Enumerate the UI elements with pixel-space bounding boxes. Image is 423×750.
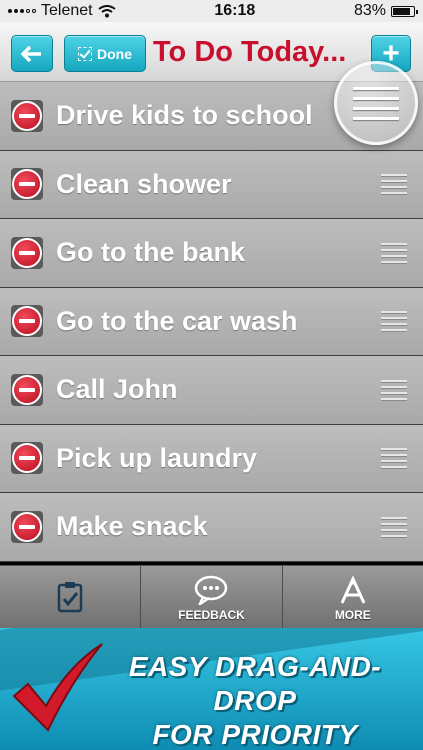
task-label: Pick up laundry xyxy=(56,442,258,473)
delete-button[interactable] xyxy=(11,99,43,132)
tab-label: FEEDBACK xyxy=(178,608,245,622)
minus-circle-icon xyxy=(12,237,42,268)
task-row[interactable]: Make snack xyxy=(0,493,423,562)
clipboard-check-icon xyxy=(57,582,83,613)
app-store-icon xyxy=(340,575,366,604)
back-button[interactable] xyxy=(11,35,53,72)
task-row[interactable]: Go to the bank xyxy=(0,219,423,288)
tab-bar: FEEDBACK MORE xyxy=(0,565,423,631)
minus-circle-icon xyxy=(12,511,42,542)
promo-text: EASY DRAG-AND-DROP FOR PRIORITY xyxy=(100,650,410,750)
checkbox-icon xyxy=(78,46,92,61)
delete-button[interactable] xyxy=(11,442,43,475)
magnified-drag-handle[interactable] xyxy=(334,61,418,145)
battery-icon xyxy=(390,5,418,17)
minus-circle-icon xyxy=(12,169,42,200)
tab-more[interactable]: MORE xyxy=(283,566,423,631)
minus-circle-icon xyxy=(12,443,42,474)
tab-tasks[interactable] xyxy=(0,566,142,631)
page-title: To Do Today... xyxy=(153,36,347,68)
tab-feedback[interactable]: FEEDBACK xyxy=(141,566,283,631)
arrow-left-icon xyxy=(21,45,41,62)
delete-button[interactable] xyxy=(11,305,43,338)
promo-banner: EASY DRAG-AND-DROP FOR PRIORITY xyxy=(0,628,423,750)
promo-line-1: EASY DRAG-AND-DROP xyxy=(128,651,382,716)
delete-button[interactable] xyxy=(11,510,43,543)
battery-percent: 83% xyxy=(353,2,386,19)
minus-circle-icon xyxy=(12,100,42,131)
signal-icon xyxy=(8,9,36,13)
task-label: Go to the bank xyxy=(56,237,245,268)
status-left: Telenet xyxy=(8,2,116,20)
drag-handle-icon[interactable] xyxy=(381,516,407,537)
carrier-name: Telenet xyxy=(41,2,93,19)
delete-button[interactable] xyxy=(11,236,43,269)
delete-button[interactable] xyxy=(11,168,43,201)
task-row[interactable]: Go to the car wash xyxy=(0,287,423,356)
speech-bubble-icon xyxy=(195,575,228,605)
drag-handle-icon[interactable] xyxy=(381,311,407,332)
wifi-icon xyxy=(97,4,116,17)
status-bar: Telenet 16:18 83% xyxy=(0,0,423,22)
delete-button[interactable] xyxy=(11,373,43,406)
checkmark-icon xyxy=(12,643,103,732)
task-label: Make snack xyxy=(56,511,208,542)
done-label: Done xyxy=(97,45,132,62)
tab-label: MORE xyxy=(334,608,371,622)
drag-handle-icon[interactable] xyxy=(381,174,407,195)
promo-line-2: FOR PRIORITY xyxy=(152,719,358,750)
task-label: Call John xyxy=(56,374,178,405)
task-row[interactable]: Call John xyxy=(0,356,423,425)
minus-circle-icon xyxy=(12,306,42,337)
status-right: 83% xyxy=(353,2,418,20)
drag-handle-icon[interactable] xyxy=(381,242,407,263)
drag-handle-icon[interactable] xyxy=(381,379,407,400)
task-label: Drive kids to school xyxy=(56,100,313,131)
minus-circle-icon xyxy=(12,374,42,405)
task-row[interactable]: Pick up laundry xyxy=(0,424,423,493)
task-label: Clean shower xyxy=(56,168,232,199)
task-label: Go to the car wash xyxy=(56,305,298,336)
status-time: 16:18 xyxy=(214,2,256,19)
task-list: Drive kids to school Clean shower Go to … xyxy=(0,82,423,562)
done-button[interactable]: Done xyxy=(64,35,146,72)
drag-handle-icon[interactable] xyxy=(381,448,407,469)
drag-handle-icon xyxy=(353,86,399,120)
task-row[interactable]: Clean shower xyxy=(0,150,423,219)
